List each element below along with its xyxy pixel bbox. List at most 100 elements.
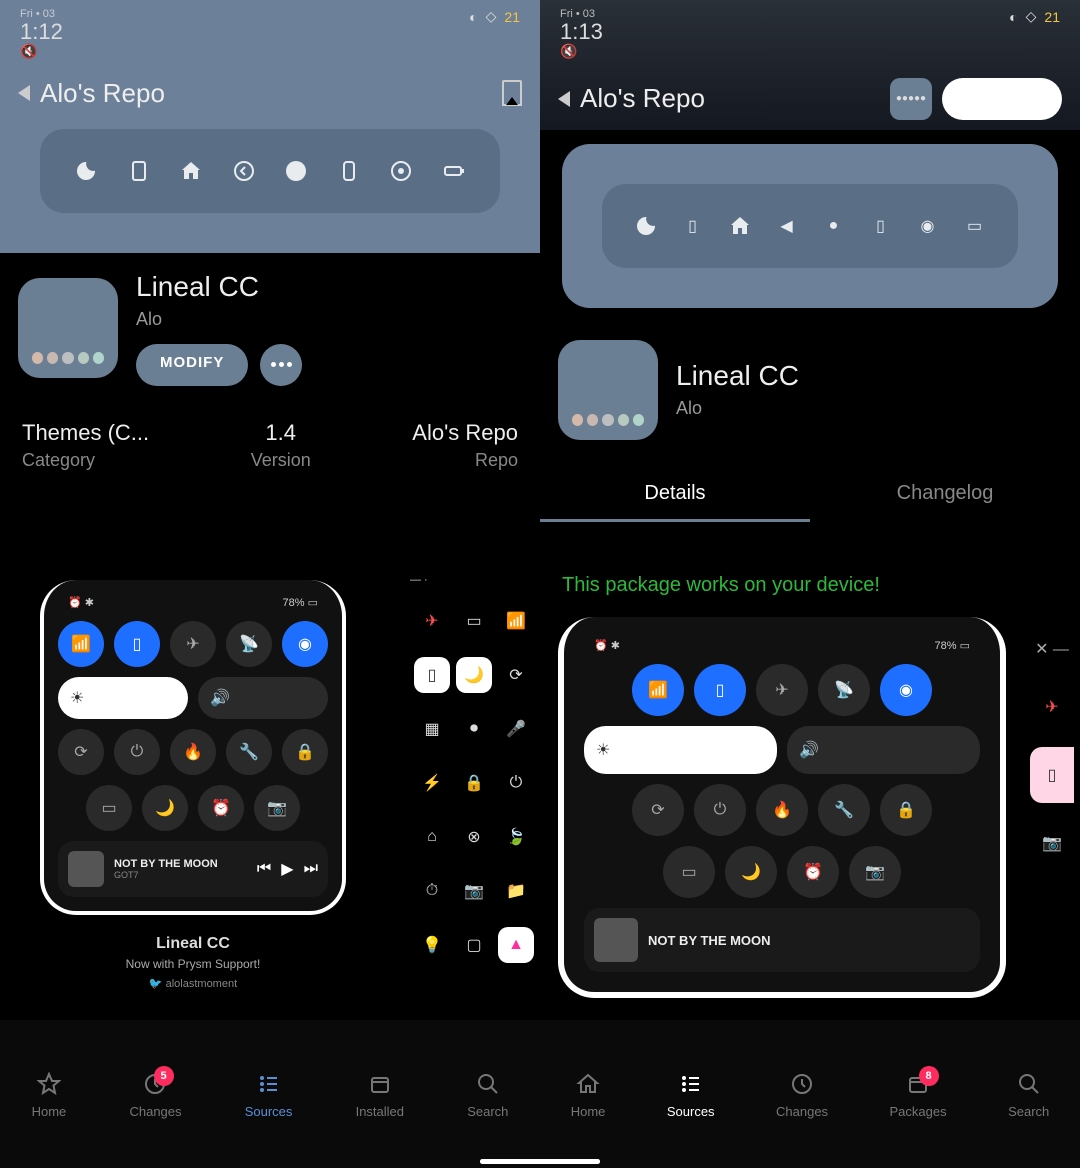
cc-wifi-icon: 📶 xyxy=(58,621,104,667)
nav-sources[interactable]: Sources xyxy=(667,1070,715,1119)
cc-wifi-icon: 📶 xyxy=(632,664,684,716)
target-icon: ◉ xyxy=(914,212,942,240)
action-button[interactable] xyxy=(942,78,1062,120)
nav-search[interactable]: Search xyxy=(1008,1070,1049,1119)
back-round-icon: ◀ xyxy=(773,212,801,240)
power-icon: ⏻ xyxy=(498,765,534,801)
package-author: Alo xyxy=(676,398,799,419)
tab-details[interactable]: Details xyxy=(540,468,810,522)
cell-icon: ▭ xyxy=(456,603,492,639)
star-icon xyxy=(35,1070,63,1098)
tab-changelog[interactable]: Changelog xyxy=(810,468,1080,522)
package-mini-icon[interactable]: ●●●●● xyxy=(890,78,932,120)
page-header: Alo's Repo ●●●●● xyxy=(540,68,1080,130)
strip-card-icon: ▯ xyxy=(1030,747,1074,803)
now-playing: NOT BY THE MOONGOT7 ⏮▶⏭ xyxy=(58,841,328,897)
status-time: 1:12 xyxy=(20,20,63,44)
card-icon: ▯ xyxy=(414,657,450,693)
home-icon xyxy=(574,1070,602,1098)
nav-search[interactable]: Search xyxy=(467,1070,508,1119)
preview-phone: ⏰ ✱78% ▭ 📶 ▯ ✈ 📡 ◉ ☀ 🔊 ⟳⏻🔥🔧🔒 ▭🌙⏰📷 xyxy=(40,580,346,915)
cc-flame-icon: 🔥 xyxy=(170,729,216,775)
screenshot-2: Fri • 03 1:13 🔇 ◐ ◇ 21 Alo's Repo ●●●●● … xyxy=(540,0,1080,560)
package-icon xyxy=(18,278,118,378)
wifi-round-icon: ● xyxy=(820,212,848,240)
nav-sources[interactable]: Sources xyxy=(245,1070,293,1119)
airplane-icon: ✈ xyxy=(414,603,450,639)
brightness-slider: ☀ xyxy=(584,726,777,774)
close-icon: ⊗ xyxy=(456,819,492,855)
np-title: NOT BY THE MOON xyxy=(648,933,970,948)
category-value: Themes (C... xyxy=(22,420,149,446)
clock-icon xyxy=(788,1070,816,1098)
repo-value: Alo's Repo xyxy=(412,420,518,446)
strip-camera-icon: 📷 xyxy=(1034,825,1070,861)
nav-home[interactable]: Home xyxy=(571,1070,606,1119)
package-author: Alo xyxy=(136,309,302,330)
home2-icon: ⌂ xyxy=(414,819,450,855)
page-header: Alo's Repo xyxy=(0,68,540,119)
volume-icon: 🔇 xyxy=(560,44,603,59)
cc-airdrop-icon: ◉ xyxy=(880,664,932,716)
cc-moon-icon: 🌙 xyxy=(725,846,777,898)
cc-moon-icon: 🌙 xyxy=(142,785,188,831)
version-label: Version xyxy=(251,450,311,471)
status-bar: Fri • 03 1:12 🔇 ◐ ◇ 21 xyxy=(0,0,540,68)
moon-box-icon: 🌙 xyxy=(456,657,492,693)
modify-button[interactable]: MODIFY xyxy=(136,344,248,386)
icon-tray xyxy=(40,129,500,213)
cc-screen-icon: ▭ xyxy=(663,846,715,898)
cc-lock-icon: 🔒 xyxy=(282,729,328,775)
cc-hotspot-icon: 📡 xyxy=(818,664,870,716)
back-icon[interactable] xyxy=(18,85,30,101)
hero-banner: Fri • 03 1:12 🔇 ◐ ◇ 21 Alo's Repo xyxy=(0,0,540,253)
cc-camera-icon: 📷 xyxy=(254,785,300,831)
icon-tray: ▯ ◀ ● ▯ ◉ ▭ xyxy=(602,184,1018,268)
packages-badge: 8 xyxy=(919,1066,939,1086)
compat-message: This package works on your device! xyxy=(540,560,1080,611)
cc-wrench-icon: 🔧 xyxy=(226,729,272,775)
nav-changes[interactable]: 5Changes xyxy=(129,1070,181,1119)
cc-power-icon: ⏻ xyxy=(114,729,160,775)
more-button[interactable] xyxy=(260,344,302,386)
leaf-icon: 🍃 xyxy=(498,819,534,855)
wifi-icon: 📶 xyxy=(498,603,534,639)
back-round-icon xyxy=(230,157,258,185)
battery-pct: 21 xyxy=(504,9,520,25)
promo-text: Lineal CC Now with Prysm Support! 🐦 alol… xyxy=(10,925,376,1000)
nav-icon: ▲ xyxy=(498,927,534,963)
ig-icon: ▢ xyxy=(456,927,492,963)
cc-power-icon: ⏻ xyxy=(694,784,746,836)
wifi-icon: ◇ xyxy=(486,8,497,25)
battery-icon: ▭ xyxy=(961,212,989,240)
cc-bt-icon: ▯ xyxy=(694,664,746,716)
nav-installed[interactable]: Installed xyxy=(356,1070,404,1119)
cc-alarm-icon: ⏰ xyxy=(198,785,244,831)
album-art xyxy=(68,851,104,887)
nav-changes[interactable]: Changes xyxy=(776,1070,828,1119)
status-bar: Fri • 03 1:13 🔇 ◐ ◇ 21 xyxy=(540,0,1080,68)
back-icon[interactable] xyxy=(558,91,570,107)
nav-home[interactable]: Home xyxy=(32,1070,67,1119)
cc-flame-icon: 🔥 xyxy=(756,784,808,836)
preview-battery: 78% xyxy=(935,640,957,652)
version-value: 1.4 xyxy=(251,420,311,446)
target-icon xyxy=(387,157,415,185)
now-playing: NOT BY THE MOON xyxy=(584,908,980,972)
cam-icon: 📷 xyxy=(456,873,492,909)
np-next-icon: ⏭ xyxy=(304,860,318,878)
nav-left: Home 5Changes Sources Installed Search xyxy=(0,1020,540,1168)
repo-title: Alo's Repo xyxy=(40,78,492,109)
bookmark-icon[interactable] xyxy=(502,80,522,106)
pill-icon: ◐ xyxy=(1009,9,1017,25)
nav-packages[interactable]: 8Packages xyxy=(890,1070,947,1119)
wifi-round-icon xyxy=(282,157,310,185)
mic-icon: 🎤 xyxy=(498,711,534,747)
promo-title: Lineal CC xyxy=(20,935,366,953)
sync-icon: ⟳ xyxy=(498,657,534,693)
bluetooth-icon: ▯ xyxy=(867,212,895,240)
np-title: NOT BY THE MOON xyxy=(114,858,247,870)
list-icon xyxy=(677,1070,705,1098)
search-icon xyxy=(474,1070,502,1098)
package-name: Lineal CC xyxy=(676,360,799,392)
